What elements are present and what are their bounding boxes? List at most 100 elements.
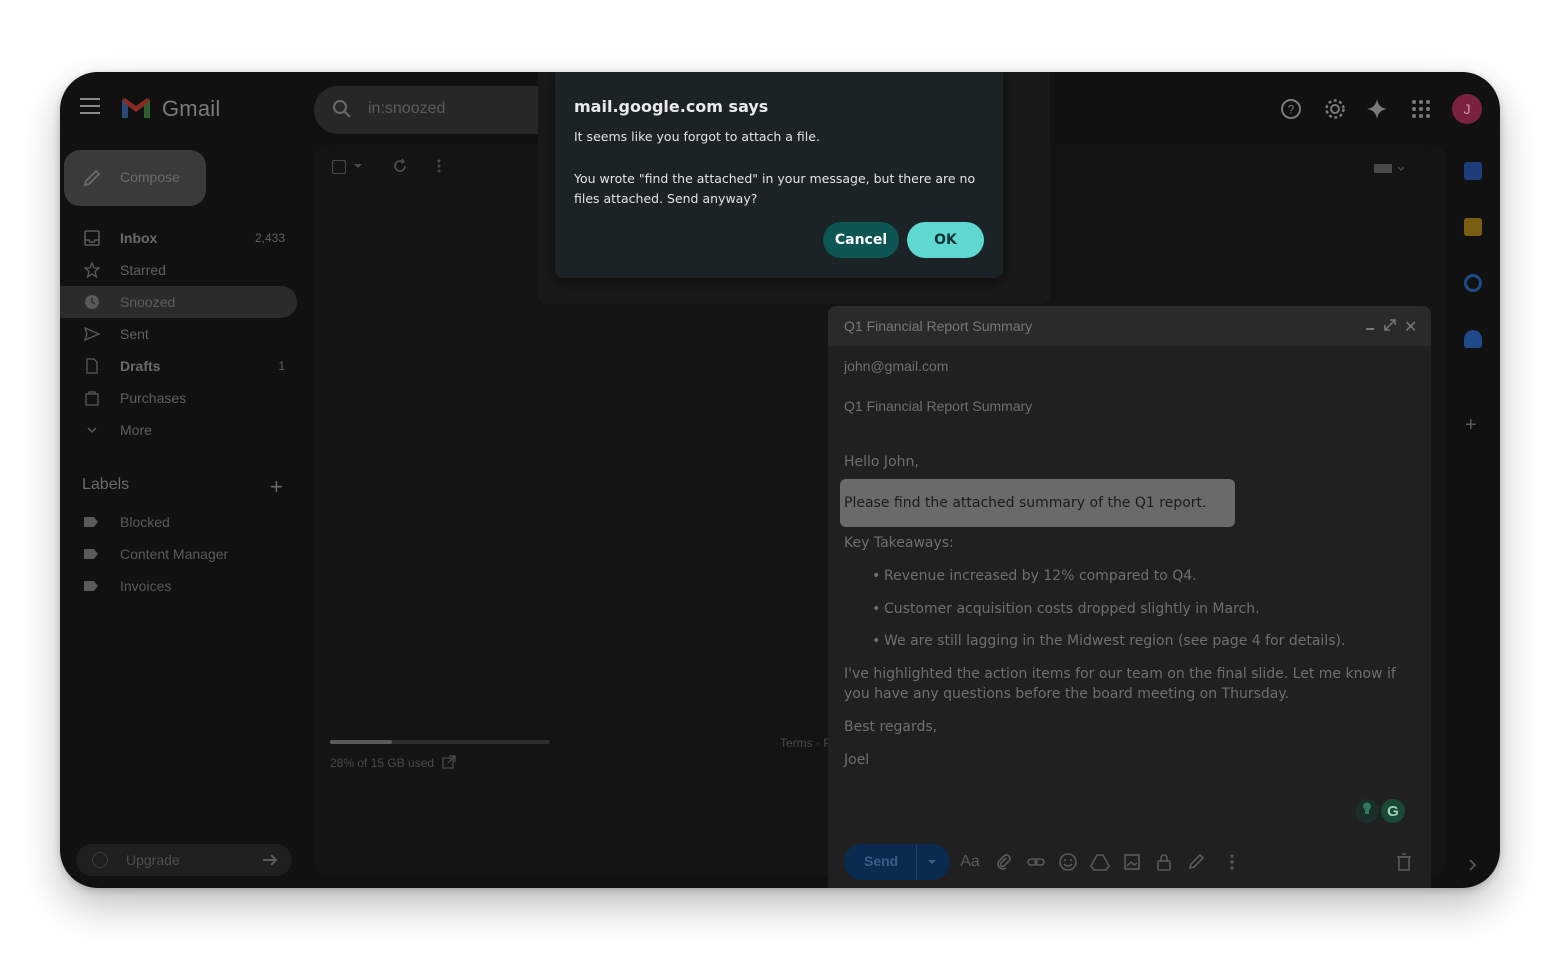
- confidential-mode-icon[interactable]: [1154, 852, 1174, 872]
- sidebar-item-count: 1: [278, 359, 285, 373]
- attach-file-icon[interactable]: [994, 852, 1014, 872]
- greeting: Hello John,: [844, 454, 919, 470]
- grammarly-icon[interactable]: G: [1354, 798, 1408, 824]
- sidebar-item-inbox[interactable]: Inbox 2,433: [60, 222, 297, 254]
- clock-icon: [85, 295, 99, 309]
- sidebar-item-label: Drafts: [120, 358, 161, 374]
- keyboard-icon[interactable]: [1374, 162, 1408, 174]
- arrow-right-icon: [263, 854, 278, 866]
- list-item: Revenue increased by 12% compared to Q4.: [872, 566, 1404, 586]
- insert-photo-icon[interactable]: [1122, 852, 1142, 872]
- subject-field[interactable]: Q1 Financial Report Summary: [844, 398, 1032, 414]
- signature-pen-icon[interactable]: [1186, 852, 1206, 872]
- takeaways-heading: Key Takeaways:: [844, 535, 954, 551]
- sidebar-item-purchases[interactable]: Purchases: [60, 382, 297, 414]
- sidebar-item-snoozed[interactable]: Snoozed: [60, 286, 297, 318]
- discard-draft-icon[interactable]: [1394, 852, 1414, 872]
- formatting-options-icon[interactable]: Aa: [960, 852, 980, 872]
- sidebar-item-drafts[interactable]: Drafts 1: [60, 350, 297, 382]
- closing: Best regards,: [844, 719, 938, 735]
- send-button[interactable]: Send: [844, 844, 950, 880]
- avatar[interactable]: J: [1452, 94, 1482, 124]
- label-item-content-manager[interactable]: Content Manager: [60, 538, 300, 570]
- body-paragraph: I've highlighted the action items for ou…: [844, 666, 1396, 702]
- compose-window: Q1 Financial Report Summary ✕ john@gmail…: [828, 306, 1431, 888]
- sidebar-item-more[interactable]: More: [60, 414, 297, 446]
- sidebar-item-label: Snoozed: [120, 294, 176, 310]
- compose-title: Q1 Financial Report Summary: [844, 318, 1033, 334]
- tasks-icon[interactable]: [1464, 274, 1482, 292]
- apps-icon[interactable]: [1410, 98, 1432, 120]
- gemini-icon[interactable]: [1366, 98, 1388, 120]
- minimize-icon[interactable]: [1366, 328, 1374, 330]
- main-menu-icon[interactable]: [80, 98, 104, 118]
- label-item-blocked[interactable]: Blocked: [60, 506, 300, 538]
- label-icon: [84, 517, 98, 527]
- external-link-icon[interactable]: [442, 755, 456, 769]
- select-all-checkbox[interactable]: [332, 160, 346, 174]
- help-icon[interactable]: ?: [1280, 98, 1302, 120]
- chevron-down-icon: [87, 427, 97, 434]
- list-item: We are still lagging in the Midwest regi…: [872, 631, 1404, 651]
- upgrade-label: Upgrade: [126, 852, 180, 868]
- emoji-icon[interactable]: [1058, 852, 1078, 872]
- sidebar-item-label: Sent: [120, 326, 149, 342]
- sidebar-item-starred[interactable]: Starred: [60, 254, 297, 286]
- list-item: Customer acquisition costs dropped sligh…: [872, 599, 1404, 619]
- storage-text: 28% of 15 GB used: [330, 756, 435, 770]
- message-body[interactable]: Hello John, Please find the attached sum…: [840, 452, 1404, 783]
- compose-button[interactable]: Compose: [64, 150, 206, 206]
- select-menu-chevron-icon[interactable]: [354, 164, 362, 168]
- sidebar-item-label: Starred: [120, 262, 166, 278]
- svg-text:?: ?: [1288, 103, 1295, 117]
- alert-dialog: mail.google.com says It seems like you f…: [555, 72, 1003, 278]
- add-label-icon[interactable]: +: [270, 474, 283, 500]
- terms-link[interactable]: Terms · P: [780, 736, 831, 750]
- settings-icon[interactable]: [1324, 98, 1346, 120]
- draft-icon: [86, 358, 98, 374]
- star-icon: [84, 262, 100, 278]
- sidebar-item-sent[interactable]: Sent: [60, 318, 297, 350]
- label-name: Invoices: [120, 578, 172, 594]
- drive-icon[interactable]: [1090, 852, 1110, 872]
- search-icon[interactable]: [332, 99, 352, 119]
- more-vert-icon[interactable]: [436, 158, 442, 174]
- pencil-icon: [83, 169, 101, 187]
- chevron-right-icon[interactable]: [1468, 858, 1478, 872]
- label-name: Content Manager: [120, 546, 229, 562]
- signature: Joel: [844, 752, 870, 768]
- dialog-message: It seems like you forgot to attach a fil…: [574, 129, 820, 144]
- close-icon[interactable]: ✕: [1404, 317, 1417, 337]
- sidebar-nav: Inbox 2,433 Starred Snoozed Sent Drafts …: [60, 222, 300, 446]
- schedule-send-chevron-icon[interactable]: [928, 860, 936, 864]
- calendar-icon[interactable]: [1464, 162, 1482, 180]
- storage-bar: [330, 740, 550, 744]
- label-item-invoices[interactable]: Invoices: [60, 570, 300, 602]
- refresh-icon[interactable]: [392, 158, 408, 174]
- add-addon-icon[interactable]: +: [1465, 414, 1477, 437]
- insert-link-icon[interactable]: [1026, 852, 1046, 872]
- cancel-button[interactable]: Cancel: [823, 222, 899, 258]
- send-icon: [84, 326, 100, 342]
- more-options-icon[interactable]: [1222, 852, 1242, 872]
- dialog-detail: You wrote "find the attached" in your me…: [574, 171, 976, 206]
- browser-window: Gmail in:snoozed ? J Compose Inbox 2,433…: [60, 72, 1500, 888]
- send-divider: [916, 844, 917, 880]
- keep-icon[interactable]: [1464, 218, 1482, 236]
- sidebar-item-label: Inbox: [120, 230, 158, 246]
- upgrade-icon: [92, 852, 108, 868]
- upgrade-button[interactable]: Upgrade: [76, 844, 292, 876]
- takeaways-list: Revenue increased by 12% compared to Q4.…: [844, 566, 1404, 651]
- send-label: Send: [864, 853, 899, 869]
- sidebar-item-label: More: [120, 422, 152, 438]
- search-input[interactable]: in:snoozed: [368, 100, 445, 118]
- label-name: Blocked: [120, 514, 170, 530]
- recipient-field[interactable]: john@gmail.com: [844, 358, 948, 374]
- sidebar-item-label: Purchases: [120, 390, 187, 406]
- gmail-logo-icon[interactable]: [120, 96, 152, 120]
- sidebar-item-count: 2,433: [254, 231, 285, 245]
- inbox-icon: [84, 230, 100, 246]
- contacts-icon[interactable]: [1464, 330, 1482, 348]
- ok-button[interactable]: OK: [907, 222, 984, 258]
- expand-icon[interactable]: [1384, 319, 1396, 331]
